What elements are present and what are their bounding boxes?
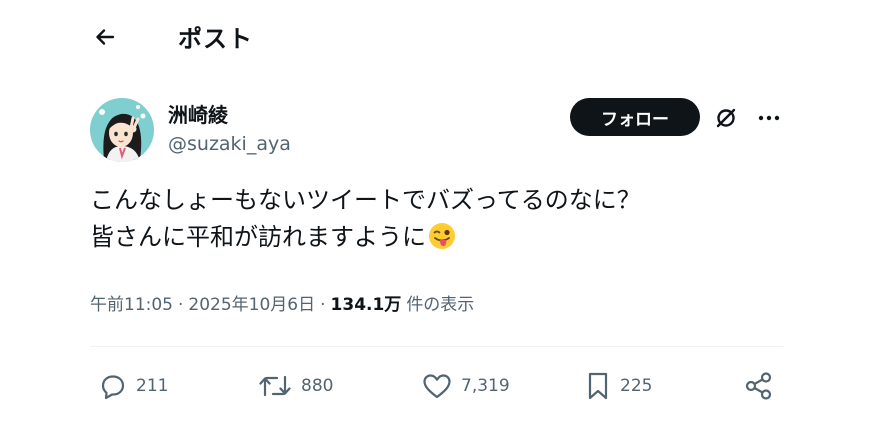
tweet-line-1: こんなしょーもないツイートでバズってるのなに？ bbox=[90, 186, 641, 214]
heart-icon bbox=[423, 374, 451, 399]
divider bbox=[90, 346, 783, 347]
action-bar: 211 880 7,319 225 bbox=[0, 366, 873, 406]
meta-separator-2: · bbox=[320, 295, 326, 315]
author-display-name[interactable]: 洲崎綾 bbox=[168, 99, 228, 128]
tweet-time[interactable]: 午前11:05 bbox=[90, 295, 173, 315]
author-handle[interactable]: @suzaki_aya bbox=[168, 133, 291, 155]
winking-tongue-emoji-icon bbox=[429, 223, 455, 249]
views-suffix: 件の表示 bbox=[406, 295, 475, 315]
arrow-left-icon bbox=[96, 29, 115, 45]
reply-icon bbox=[101, 375, 125, 400]
page-header: ポスト bbox=[0, 0, 873, 70]
repost-count: 880 bbox=[301, 376, 334, 396]
like-count: 7,319 bbox=[461, 376, 510, 396]
views-count: 134.1万 bbox=[330, 295, 402, 315]
avatar[interactable] bbox=[90, 98, 154, 162]
more-options-button[interactable] bbox=[752, 102, 786, 134]
tweet-line-2-text: 皆さんに平和が訪れますように bbox=[90, 223, 426, 251]
bookmark-count: 225 bbox=[620, 376, 653, 396]
reply-button[interactable]: 211 bbox=[98, 366, 168, 406]
share-button[interactable] bbox=[743, 366, 775, 406]
page-title: ポスト bbox=[178, 25, 253, 53]
meta-separator-1: · bbox=[178, 295, 184, 315]
more-dots-icon bbox=[758, 115, 780, 121]
share-icon bbox=[745, 372, 772, 400]
bookmark-icon bbox=[588, 372, 608, 400]
tweet-meta: 午前11:05 · 2025年10月6日 · 134.1万 件の表示 bbox=[90, 290, 474, 315]
reply-count: 211 bbox=[136, 376, 169, 396]
tweet-text: こんなしょーもないツイートでバズってるのなに？ 皆さんに平和が訪れますように bbox=[90, 182, 790, 256]
follow-button[interactable]: フォロー bbox=[570, 98, 700, 136]
repost-icon bbox=[259, 375, 291, 397]
grok-button[interactable] bbox=[710, 102, 742, 134]
back-button[interactable] bbox=[88, 20, 122, 54]
grok-slash-icon bbox=[716, 108, 736, 128]
like-button[interactable]: 7,319 bbox=[421, 366, 510, 406]
tweet-line-2: 皆さんに平和が訪れますように bbox=[90, 219, 790, 256]
tweet-date[interactable]: 2025年10月6日 bbox=[188, 295, 315, 315]
repost-button[interactable]: 880 bbox=[257, 366, 333, 406]
bookmark-button[interactable]: 225 bbox=[584, 366, 652, 406]
avatar-illustration bbox=[90, 98, 154, 162]
